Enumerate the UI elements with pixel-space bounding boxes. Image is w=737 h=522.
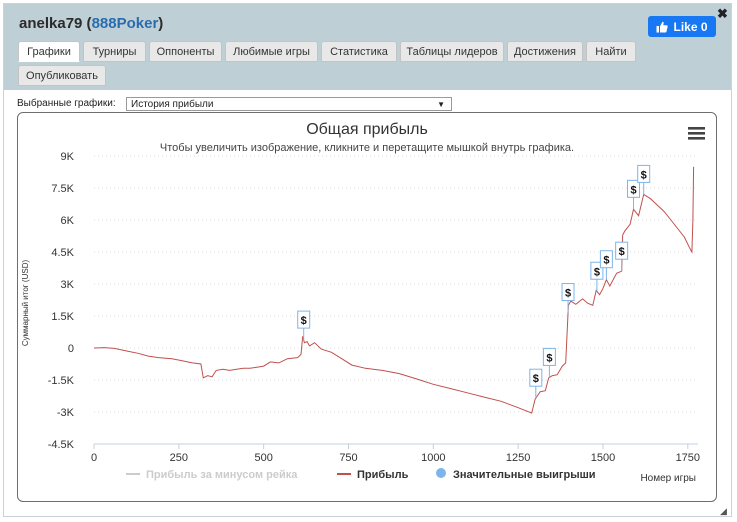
profit-chart[interactable]: Общая прибыль Чтобы увеличить изображени… (18, 113, 716, 501)
x-tick-label: 0 (91, 452, 97, 464)
like-label: Like 0 (673, 19, 708, 34)
x-axis-label: Номер игры (640, 473, 696, 484)
significant-win-label: $ (301, 315, 307, 327)
legend-significant-wins[interactable]: Значительные выигрыши (436, 468, 596, 481)
x-tick-label: 500 (254, 452, 272, 464)
tab-search[interactable]: Найти (586, 41, 636, 62)
tab-statistics[interactable]: Статистика (321, 41, 397, 62)
significant-win-label: $ (630, 184, 636, 196)
profit-series-line (93, 166, 695, 414)
y-tick-label: -4.5K (48, 439, 75, 451)
dropdown-arrow-icon: ▼ (437, 100, 445, 109)
significant-win-label: $ (641, 169, 647, 181)
username: anelka79 (19, 15, 83, 32)
tab-tournaments[interactable]: Турниры (83, 41, 146, 62)
x-tick-label: 750 (339, 452, 357, 464)
y-axis-label: Суммарный итог (USD) (21, 260, 30, 347)
facebook-like-button[interactable]: Like 0 (648, 16, 716, 37)
significant-win-label: $ (533, 373, 539, 385)
y-tick-label: 1.5K (51, 311, 74, 323)
menu-icon[interactable] (688, 127, 705, 140)
y-tick-label: 4.5K (51, 247, 74, 259)
x-tick-label: 1000 (421, 452, 445, 464)
y-tick-label: 3K (61, 279, 75, 291)
player-window: anelka79 (888Poker) Like 0 ✖ Графики Тур… (3, 3, 732, 517)
y-tick-label: 0 (68, 343, 74, 355)
x-tick-label: 1250 (506, 452, 530, 464)
significant-win-label: $ (565, 288, 571, 300)
chart-selector[interactable]: История прибыли ▼ (126, 97, 452, 111)
chart-selector-value: История прибыли (131, 99, 214, 110)
y-tick-label: 9K (61, 151, 75, 163)
y-tick-label: -3K (57, 407, 75, 419)
resize-handle-icon[interactable]: ◢ (720, 506, 727, 517)
significant-win-label: $ (594, 266, 600, 278)
poker-room-link[interactable]: 888Poker (92, 15, 159, 32)
significant-win-flag[interactable]: $ (561, 283, 575, 313)
tab-opponents[interactable]: Оппоненты (149, 41, 222, 62)
thumb-up-icon (656, 21, 669, 32)
significant-win-flag[interactable]: $ (627, 179, 641, 210)
legend-profit-label: Прибыль (357, 469, 409, 481)
x-tick-label: 1750 (676, 452, 700, 464)
legend-rake[interactable]: Прибыль за минусом рейка (126, 469, 298, 481)
tab-leaderboards[interactable]: Таблицы лидеров (400, 41, 504, 62)
significant-win-flag[interactable]: $ (542, 347, 556, 378)
legend-significant-wins-label: Значительные выигрыши (453, 469, 596, 481)
significant-win-label: $ (603, 255, 609, 267)
tab-charts[interactable]: Графики (18, 41, 80, 62)
window-header: anelka79 (888Poker) Like 0 ✖ Графики Тур… (4, 4, 731, 90)
close-icon[interactable]: ✖ (717, 6, 728, 22)
tab-achievements[interactable]: Достижения (507, 41, 583, 62)
y-tick-label: -1.5K (48, 375, 75, 387)
tab-favorite-games[interactable]: Любимые игры (225, 41, 318, 62)
player-title: anelka79 (888Poker) (19, 15, 164, 32)
significant-win-label: $ (619, 246, 625, 258)
legend-profit[interactable]: Прибыль (337, 469, 409, 481)
significant-win-flag[interactable]: $ (297, 310, 311, 341)
significant-win-flag[interactable]: $ (615, 241, 629, 272)
y-tick-label: 7.5K (51, 183, 74, 195)
x-tick-label: 1500 (591, 452, 615, 464)
chart-subtitle: Чтобы увеличить изображение, кликните и … (160, 142, 574, 154)
significant-win-flag[interactable]: $ (529, 368, 543, 399)
chart-container[interactable]: Общая прибыль Чтобы увеличить изображени… (17, 112, 717, 502)
significant-win-label: $ (546, 352, 552, 364)
chart-title: Общая прибыль (306, 121, 428, 138)
legend-rake-label: Прибыль за минусом рейка (146, 469, 298, 481)
y-tick-label: 6K (61, 215, 75, 227)
x-tick-label: 250 (170, 452, 188, 464)
chart-selector-label: Выбранные графики: (17, 98, 116, 109)
tab-publish[interactable]: Опубликовать (18, 65, 106, 86)
